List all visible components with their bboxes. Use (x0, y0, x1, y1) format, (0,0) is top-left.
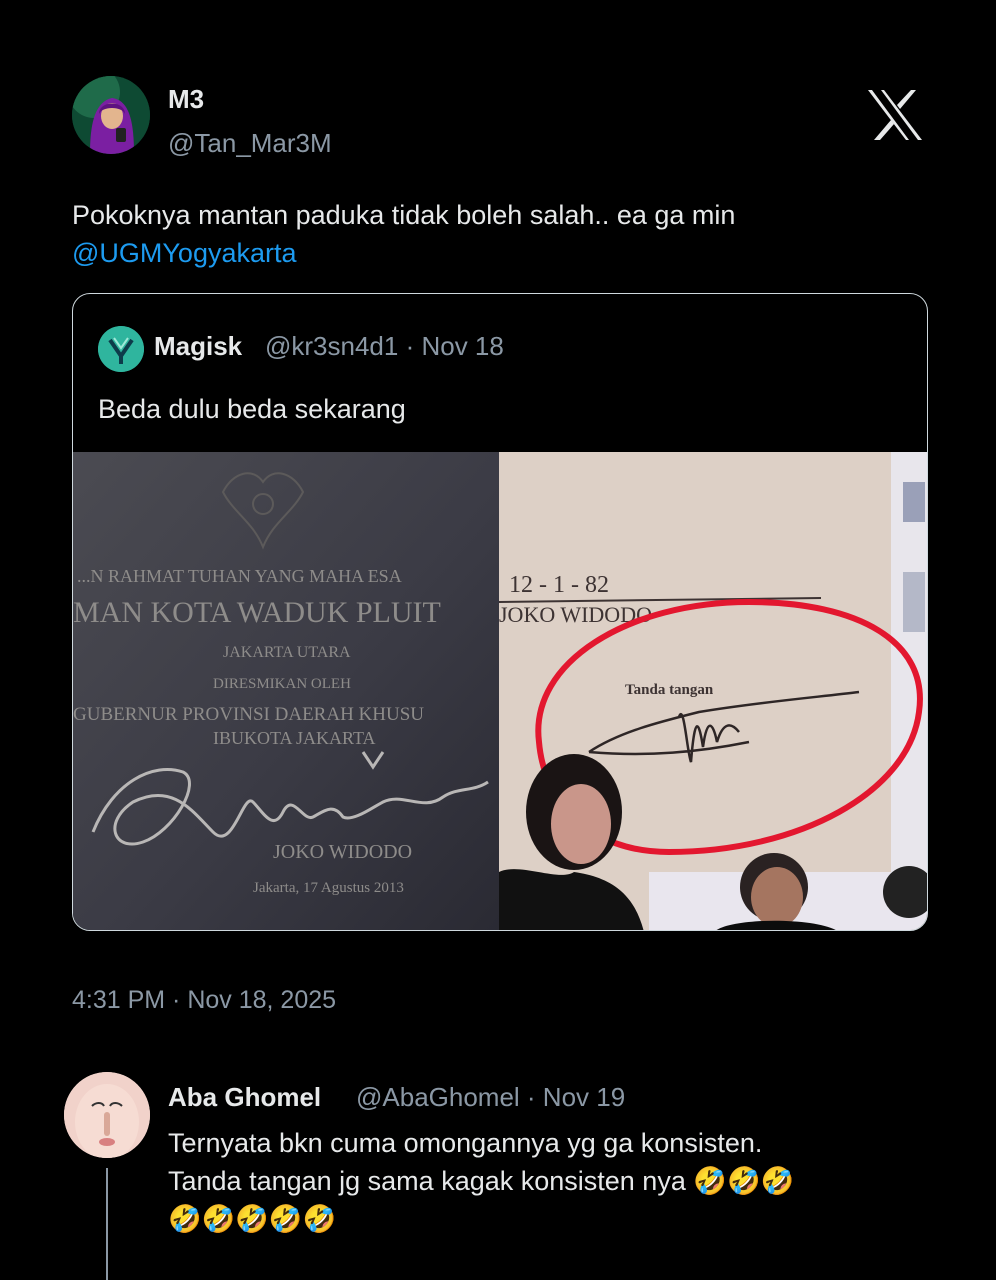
x-logo-icon[interactable] (866, 88, 924, 142)
plaque-line-7: JOKO WIDODO (273, 841, 412, 863)
plaque-line-3: JAKARTA UTARA (223, 644, 351, 661)
quoted-tweet-text: Beda dulu beda sekarang (98, 394, 406, 424)
author-handle[interactable]: @Tan_Mar3M (168, 128, 332, 159)
reply-author-name[interactable]: Aba Ghomel (168, 1082, 321, 1113)
emoji-rofl-group-1: 🤣🤣🤣 (693, 1166, 795, 1196)
mention-link[interactable]: @UGMYogyakarta (72, 234, 932, 272)
thread-connector-line (106, 1168, 108, 1280)
quoted-tweet[interactable]: Magisk @kr3sn4d1 · Nov 18 Beda dulu beda… (72, 293, 928, 931)
quoted-author-meta[interactable]: @kr3sn4d1 · Nov 18 (265, 331, 504, 362)
tweet-timestamp[interactable]: 4:31 PM · Nov 18, 2025 (72, 986, 336, 1015)
document-signature-label: Tanda tangan (625, 682, 714, 698)
reply-text-line-2-text: Tanda tangan jg sama kagak konsisten nya (168, 1166, 686, 1196)
author-avatar[interactable] (72, 76, 150, 154)
reply-text-line-2: Tanda tangan jg sama kagak konsisten nya… (168, 1162, 928, 1200)
quoted-author-name[interactable]: Magisk (154, 331, 242, 362)
quoted-author-avatar[interactable] (98, 326, 144, 372)
plaque-line-5: GUBERNUR PROVINSI DAERAH KHUSU (73, 704, 424, 725)
author-avatar-image (72, 76, 150, 154)
reply-author-meta[interactable]: @AbaGhomel · Nov 19 (356, 1082, 625, 1113)
quoted-media[interactable]: ...N RAHMAT TUHAN YANG MAHA ESA MAN KOTA… (73, 452, 928, 931)
document-photo[interactable]: 12 - 1 - 82 JOKO WIDODO Tanda tangan (499, 452, 928, 931)
magisk-logo-icon (98, 326, 144, 372)
reply-avatar-image (64, 1072, 150, 1158)
plaque-photo[interactable]: ...N RAHMAT TUHAN YANG MAHA ESA MAN KOTA… (73, 452, 499, 931)
document-date: 12 - 1 - 82 (509, 572, 609, 598)
plaque-line-1: ...N RAHMAT TUHAN YANG MAHA ESA (77, 566, 402, 586)
plaque-line-8: Jakarta, 17 Agustus 2013 (253, 880, 404, 896)
reply-author-avatar[interactable] (64, 1072, 150, 1158)
plaque-line-2: MAN KOTA WADUK PLUIT (73, 596, 441, 629)
tweet-text: Pokoknya mantan paduka tidak boleh salah… (72, 196, 932, 272)
reply-text-line-1: Ternyata bkn cuma omongannya yg ga konsi… (168, 1128, 763, 1158)
author-name[interactable]: M3 (168, 84, 204, 115)
plaque-line-4: DIRESMIKAN OLEH (213, 676, 351, 692)
reply-text: Ternyata bkn cuma omongannya yg ga konsi… (168, 1124, 928, 1238)
emoji-rofl-group-2: 🤣🤣🤣🤣🤣 (168, 1204, 337, 1234)
plaque-line-6: IBUKOTA JAKARTA (213, 728, 376, 748)
tweet-text-body: Pokoknya mantan paduka tidak boleh salah… (72, 200, 736, 230)
